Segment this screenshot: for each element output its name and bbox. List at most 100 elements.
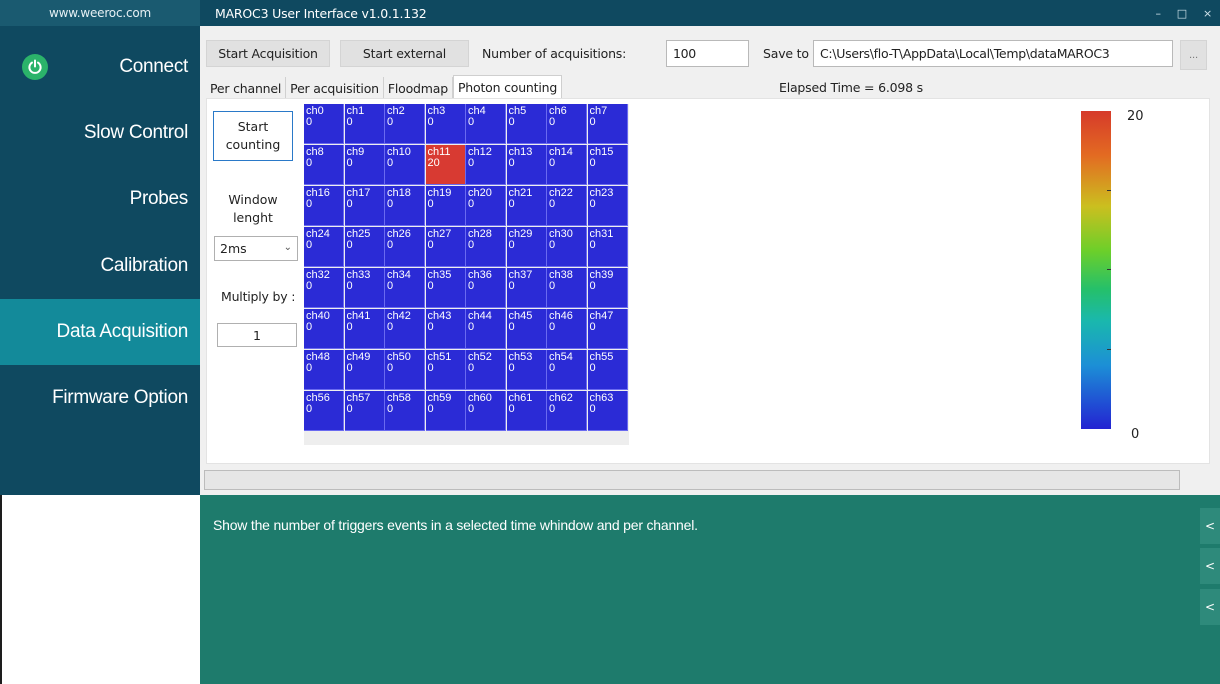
channel-cell-ch42[interactable]: ch42 0 (385, 309, 425, 349)
channel-cell-ch11[interactable]: ch11 20 (425, 145, 466, 185)
channel-cell-ch21[interactable]: ch21 0 (506, 186, 547, 226)
channel-count: 0 (387, 403, 394, 415)
channel-count: 0 (387, 321, 394, 333)
multiply-input[interactable]: 1 (217, 323, 297, 347)
channel-count: 0 (589, 321, 596, 333)
nav-data-acquisition[interactable]: Data Acquisition (0, 299, 200, 365)
collapse-arrow-icon[interactable]: < (1200, 508, 1220, 544)
channel-count: 0 (306, 403, 313, 415)
channel-cell-ch39[interactable]: ch39 0 (587, 268, 628, 308)
channel-cell-ch27[interactable]: ch27 0 (425, 227, 466, 267)
channel-count: 0 (346, 280, 353, 292)
channel-cell-ch62[interactable]: ch62 0 (547, 391, 587, 431)
channel-cell-ch55[interactable]: ch55 0 (587, 350, 628, 390)
window-title: MAROC3 User Interface v1.0.1.132 (215, 5, 427, 21)
num-acquisitions-input[interactable]: 100 (666, 40, 749, 67)
channel-cell-ch23[interactable]: ch23 0 (587, 186, 628, 226)
window-length-select[interactable]: 2ms ⌄ (214, 236, 298, 261)
channel-cell-ch15[interactable]: ch15 0 (587, 145, 628, 185)
channel-cell-ch53[interactable]: ch53 0 (506, 350, 547, 390)
nav-calibration[interactable]: Calibration (0, 233, 200, 299)
channel-cell-ch57[interactable]: ch57 0 (344, 391, 385, 431)
tab-photon-counting[interactable]: Photon counting (452, 75, 563, 99)
start-acquisition-button[interactable]: Start Acquisition (206, 40, 330, 67)
channel-count: 0 (306, 198, 313, 210)
channel-cell-ch5[interactable]: ch5 0 (506, 104, 547, 144)
channel-cell-ch32[interactable]: ch32 0 (304, 268, 344, 308)
channel-cell-ch52[interactable]: ch52 0 (466, 350, 506, 390)
minimize-icon[interactable]: – (1155, 7, 1161, 20)
maximize-icon[interactable]: □ (1177, 7, 1187, 20)
channel-cell-ch13[interactable]: ch13 0 (506, 145, 547, 185)
channel-cell-ch36[interactable]: ch36 0 (466, 268, 506, 308)
channel-count: 0 (387, 239, 394, 251)
channel-cell-ch59[interactable]: ch59 0 (425, 391, 466, 431)
channel-cell-ch14[interactable]: ch14 0 (547, 145, 587, 185)
channel-cell-ch45[interactable]: ch45 0 (506, 309, 547, 349)
channel-cell-ch3[interactable]: ch3 0 (425, 104, 466, 144)
channel-cell-ch0[interactable]: ch0 0 (304, 104, 344, 144)
channel-cell-ch40[interactable]: ch40 0 (304, 309, 344, 349)
channel-cell-ch44[interactable]: ch44 0 (466, 309, 506, 349)
channel-cell-ch19[interactable]: ch19 0 (425, 186, 466, 226)
channel-cell-ch6[interactable]: ch6 0 (547, 104, 587, 144)
channel-cell-ch20[interactable]: ch20 0 (466, 186, 506, 226)
channel-cell-ch2[interactable]: ch2 0 (385, 104, 425, 144)
browse-button[interactable]: ... (1180, 40, 1207, 70)
channel-cell-ch41[interactable]: ch41 0 (344, 309, 385, 349)
channel-cell-ch1[interactable]: ch1 0 (344, 104, 385, 144)
channel-cell-ch17[interactable]: ch17 0 (344, 186, 385, 226)
channel-cell-ch46[interactable]: ch46 0 (547, 309, 587, 349)
channel-cell-ch58[interactable]: ch58 0 (385, 391, 425, 431)
sidebar: www.weeroc.com Connect Slow Control Prob… (0, 0, 200, 495)
channel-cell-ch60[interactable]: ch60 0 (466, 391, 506, 431)
channel-cell-ch29[interactable]: ch29 0 (506, 227, 547, 267)
channel-cell-ch54[interactable]: ch54 0 (547, 350, 587, 390)
channel-cell-ch26[interactable]: ch26 0 (385, 227, 425, 267)
channel-cell-ch35[interactable]: ch35 0 (425, 268, 466, 308)
channel-cell-ch24[interactable]: ch24 0 (304, 227, 344, 267)
website-link[interactable]: www.weeroc.com (0, 0, 200, 26)
channel-cell-ch48[interactable]: ch48 0 (304, 350, 344, 390)
channel-cell-ch37[interactable]: ch37 0 (506, 268, 547, 308)
collapse-arrow-icon[interactable]: < (1200, 589, 1220, 625)
channel-cell-ch25[interactable]: ch25 0 (344, 227, 385, 267)
channel-count: 0 (589, 157, 596, 169)
channel-cell-ch9[interactable]: ch9 0 (344, 145, 385, 185)
channel-cell-ch16[interactable]: ch16 0 (304, 186, 344, 226)
channel-cell-ch8[interactable]: ch8 0 (304, 145, 344, 185)
tab-per-channel[interactable]: Per channel (206, 77, 287, 99)
tab-floodmap[interactable]: Floodmap (384, 77, 453, 99)
channel-cell-ch18[interactable]: ch18 0 (385, 186, 425, 226)
channel-cell-ch31[interactable]: ch31 0 (587, 227, 628, 267)
nav-slow-control[interactable]: Slow Control (0, 100, 200, 166)
channel-cell-ch43[interactable]: ch43 0 (425, 309, 466, 349)
channel-cell-ch63[interactable]: ch63 0 (587, 391, 628, 431)
channel-cell-ch50[interactable]: ch50 0 (385, 350, 425, 390)
channel-cell-ch28[interactable]: ch28 0 (466, 227, 506, 267)
channel-cell-ch4[interactable]: ch4 0 (466, 104, 506, 144)
start-counting-button[interactable]: Start counting (213, 111, 293, 161)
channel-cell-ch47[interactable]: ch47 0 (587, 309, 628, 349)
channel-cell-ch33[interactable]: ch33 0 (344, 268, 385, 308)
tab-per-acquisition[interactable]: Per acquisition (286, 77, 384, 99)
channel-cell-ch56[interactable]: ch56 0 (304, 391, 344, 431)
channel-count: 0 (468, 362, 475, 374)
nav-firmware-option[interactable]: Firmware Option (0, 365, 200, 431)
channel-cell-ch34[interactable]: ch34 0 (385, 268, 425, 308)
save-path-input[interactable]: C:\Users\flo-T\AppData\Local\Temp\dataMA… (813, 40, 1173, 67)
channel-cell-ch61[interactable]: ch61 0 (506, 391, 547, 431)
nav-connect[interactable]: Connect (0, 34, 200, 100)
collapse-arrow-icon[interactable]: < (1200, 548, 1220, 584)
channel-cell-ch51[interactable]: ch51 0 (425, 350, 466, 390)
channel-cell-ch7[interactable]: ch7 0 (587, 104, 628, 144)
channel-cell-ch22[interactable]: ch22 0 (547, 186, 587, 226)
channel-cell-ch38[interactable]: ch38 0 (547, 268, 587, 308)
channel-cell-ch30[interactable]: ch30 0 (547, 227, 587, 267)
channel-cell-ch10[interactable]: ch10 0 (385, 145, 425, 185)
channel-cell-ch12[interactable]: ch12 0 (466, 145, 506, 185)
close-icon[interactable]: × (1203, 7, 1212, 20)
channel-cell-ch49[interactable]: ch49 0 (344, 350, 385, 390)
nav-probes[interactable]: Probes (0, 166, 200, 232)
start-external-button[interactable]: Start external (340, 40, 469, 67)
